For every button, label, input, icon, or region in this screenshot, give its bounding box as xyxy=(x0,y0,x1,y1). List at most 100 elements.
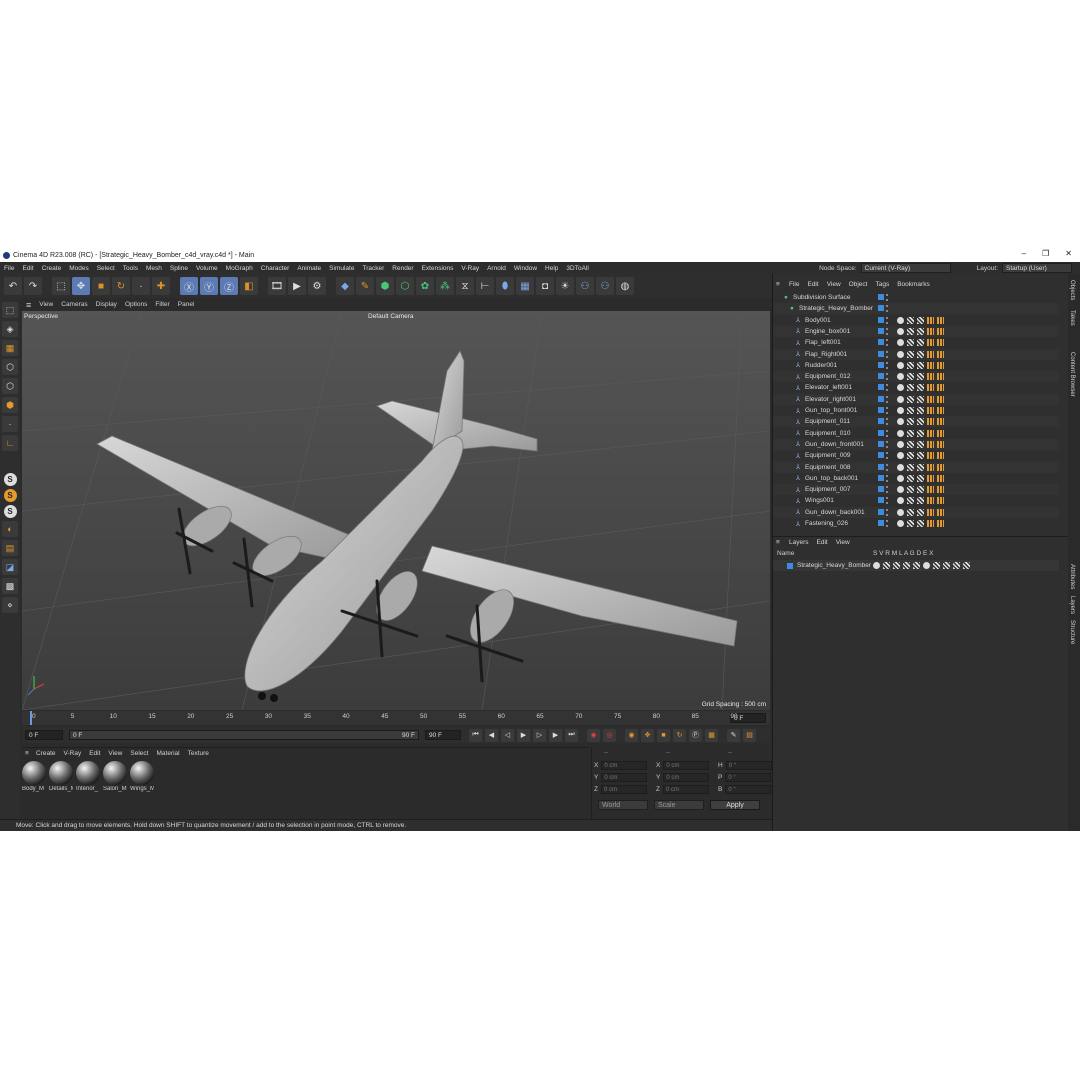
mograph-icon[interactable]: ⁂ xyxy=(436,277,454,295)
material-tags[interactable] xyxy=(897,327,944,335)
key-rotation-icon[interactable]: ↻ xyxy=(673,728,686,742)
material-tag-icon[interactable] xyxy=(917,520,924,527)
viewport-solo-icon[interactable]: ◪ xyxy=(2,559,18,575)
material-tag-icon[interactable] xyxy=(937,520,944,527)
visibility-dots[interactable] xyxy=(886,373,889,381)
key-parameter-icon[interactable]: Ⓟ xyxy=(689,728,702,742)
object-name[interactable]: Gun_top_back001 xyxy=(805,475,858,482)
material-tag-icon[interactable] xyxy=(917,508,924,516)
next-key-icon[interactable]: ▶ xyxy=(549,728,562,742)
material-preview[interactable] xyxy=(103,761,127,785)
minimize-button[interactable]: – xyxy=(1022,249,1026,258)
material-tags[interactable] xyxy=(897,361,944,369)
material-tag-icon[interactable] xyxy=(937,361,944,369)
material-item[interactable]: Details_M xyxy=(49,761,73,821)
visibility-toggles[interactable] xyxy=(878,361,889,369)
object-menu-edit[interactable]: Edit xyxy=(807,281,818,288)
render-settings-icon[interactable]: ⚙ xyxy=(308,277,326,295)
visibility-toggles[interactable] xyxy=(878,497,889,505)
material-tags[interactable] xyxy=(897,429,944,437)
visibility-toggles[interactable] xyxy=(878,429,889,437)
record-icon[interactable]: ◉ xyxy=(587,728,600,742)
material-tag-icon[interactable] xyxy=(927,463,934,471)
material-tag-icon[interactable] xyxy=(917,361,924,369)
grid-icon[interactable]: ▩ xyxy=(2,578,18,594)
object-row[interactable]: ⅄ Flap_Right001 xyxy=(773,348,1059,360)
coord-value[interactable]: 0 ° xyxy=(725,773,772,782)
coord-scale-dropdown[interactable]: Scale xyxy=(654,800,704,810)
material-tag-icon[interactable] xyxy=(937,350,944,358)
material-tag-icon[interactable] xyxy=(927,520,934,527)
viewport-menu-filter[interactable]: Filter xyxy=(155,301,169,308)
material-tag-icon[interactable] xyxy=(937,407,944,414)
material-tag-icon[interactable] xyxy=(897,384,904,392)
coord-field[interactable]: Y0 cm xyxy=(594,773,652,782)
redo-icon[interactable]: ↷ xyxy=(24,277,42,295)
material-tag-icon[interactable] xyxy=(897,429,904,437)
material-tag-icon[interactable] xyxy=(937,463,944,471)
move-tool-icon[interactable]: ✥ xyxy=(72,277,90,295)
object-name[interactable]: Equipment_011 xyxy=(805,418,850,425)
recent-tool-icon[interactable]: · xyxy=(132,277,150,295)
coord-field[interactable]: P0 ° xyxy=(718,773,776,782)
material-tags[interactable] xyxy=(897,418,944,426)
object-row[interactable]: ⅄ Body001 xyxy=(773,315,1059,326)
side-tab-contentbrowser[interactable]: Content Browser xyxy=(1069,352,1075,397)
material-tags[interactable] xyxy=(897,407,944,414)
material-menu-view[interactable]: View xyxy=(108,750,122,757)
material-item[interactable]: Wings_M xyxy=(130,761,154,821)
points-mode-icon[interactable]: ⬡ xyxy=(2,359,18,375)
material-tag-icon[interactable] xyxy=(927,350,934,358)
menu-modes[interactable]: Modes xyxy=(69,265,89,272)
material-tag-icon[interactable] xyxy=(907,395,914,403)
visibility-dots[interactable] xyxy=(886,395,889,403)
layer-flag-icons[interactable] xyxy=(873,562,970,569)
camera-icon[interactable]: ◘ xyxy=(536,277,554,295)
material-tag-icon[interactable] xyxy=(937,339,944,347)
object-name[interactable]: Equipment_007 xyxy=(805,486,851,493)
object-row[interactable]: ⅄ Elevator_left001 xyxy=(773,382,1059,393)
material-tag-icon[interactable] xyxy=(897,486,904,494)
visibility-dots[interactable] xyxy=(886,440,889,448)
material-tag-icon[interactable] xyxy=(897,373,904,381)
material-tag-icon[interactable] xyxy=(927,429,934,437)
material-tag-icon[interactable] xyxy=(927,407,934,414)
layer-menu-view[interactable]: View xyxy=(836,539,850,546)
side-tab-objects[interactable]: Objects xyxy=(1069,280,1075,300)
subdivision-icon[interactable]: ⬢ xyxy=(376,277,394,295)
material-tag-icon[interactable] xyxy=(937,429,944,437)
layer-row[interactable]: Strategic_Heavy_Bomber xyxy=(773,560,1059,571)
visibility-toggles[interactable] xyxy=(878,384,889,392)
viewport-menu-display[interactable]: Display xyxy=(96,301,117,308)
material-tag-icon[interactable] xyxy=(897,339,904,347)
visibility-toggles[interactable] xyxy=(878,486,889,494)
object-menu-icon[interactable]: ≡ xyxy=(776,281,780,288)
material-tag-icon[interactable] xyxy=(897,407,904,414)
camera-label[interactable]: Default Camera xyxy=(368,313,414,320)
object-row[interactable]: ⅄ Elevator_right001 xyxy=(773,393,1059,405)
material-tag-icon[interactable] xyxy=(937,486,944,494)
key-scale-icon[interactable]: ■ xyxy=(657,728,670,742)
solo-icon[interactable]: ▤ xyxy=(2,540,18,556)
layer-menu-layers[interactable]: Layers xyxy=(789,539,809,546)
material-tag-icon[interactable] xyxy=(907,508,914,516)
object-name[interactable]: Gun_top_front001 xyxy=(805,407,857,414)
visibility-toggles[interactable] xyxy=(878,452,889,460)
visibility-toggles[interactable] xyxy=(878,327,889,335)
object-name[interactable]: Engine_box001 xyxy=(805,328,850,335)
viewport-menu-cameras[interactable]: Cameras xyxy=(61,301,87,308)
material-tag-icon[interactable] xyxy=(937,418,944,426)
material-tag-icon[interactable] xyxy=(907,407,914,414)
material-tags[interactable] xyxy=(897,316,944,324)
cube-icon[interactable]: ◆ xyxy=(336,277,354,295)
cloner-icon[interactable]: ✿ xyxy=(416,277,434,295)
material-tag-icon[interactable] xyxy=(907,452,914,460)
coord-value[interactable]: 0 cm xyxy=(663,773,710,782)
python-script-icon[interactable]: ⚇ xyxy=(596,277,614,295)
coord-field[interactable]: Y0 cm xyxy=(656,773,714,782)
coord-value[interactable]: 0 ° xyxy=(725,785,772,794)
object-row[interactable]: ⅄ Equipment_011 xyxy=(773,416,1059,428)
range-slider[interactable]: 0 F 90 F xyxy=(69,730,419,740)
material-tag-icon[interactable] xyxy=(917,418,924,426)
close-button[interactable]: ✕ xyxy=(1065,249,1072,258)
